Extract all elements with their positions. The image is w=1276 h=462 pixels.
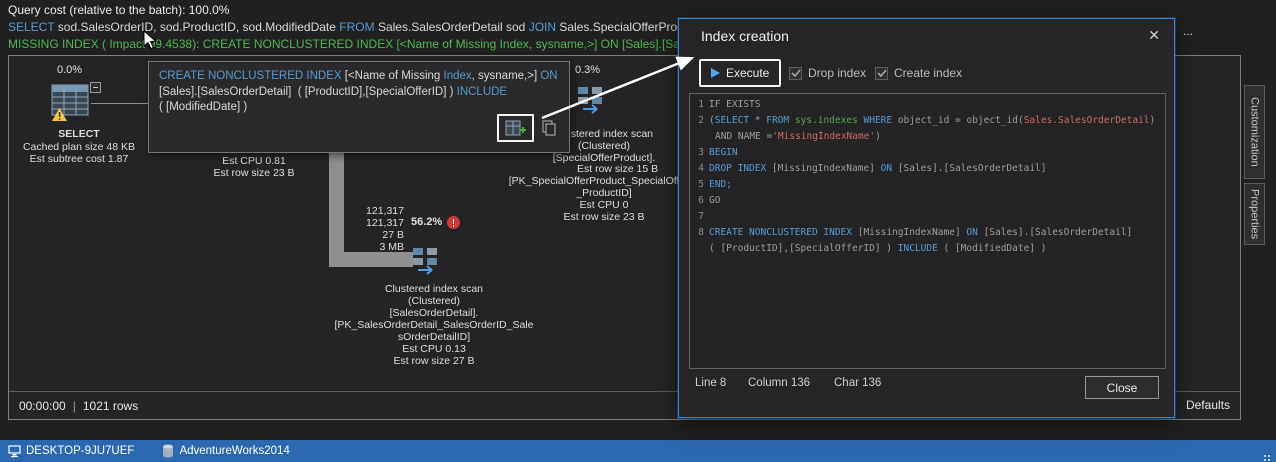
app-window: Query cost (relative to the batch): 100.… xyxy=(0,0,1276,462)
missing-index-text: MISSING INDEX ( Impact 99.4538): CREATE … xyxy=(8,37,722,51)
editor-line: 8CREATE NONCLUSTERED INDEX [MissingIndex… xyxy=(694,225,1165,241)
elapsed-time: 00:00:00 xyxy=(19,399,66,413)
text-line: [SalesOrderDetail]. xyxy=(324,307,544,319)
text-line: 27 B xyxy=(334,229,404,241)
text-line: 121,317 xyxy=(334,205,404,217)
database-status-item[interactable]: AdventureWorks2014 xyxy=(162,444,289,458)
scan-top-icon[interactable] xyxy=(575,84,605,116)
database-name: AdventureWorks2014 xyxy=(179,445,289,457)
text-line: Clustered index scan xyxy=(324,283,544,295)
checkbox-checked-icon xyxy=(789,67,802,80)
text-line: [PK_SalesOrderDetail_SalesOrderID_Sale xyxy=(324,319,544,331)
scan-bottom-percent: 56.2% xyxy=(411,216,442,228)
scan-bottom-row-stats: 121,317121,31727 B3 MB xyxy=(334,205,404,253)
server-name: DESKTOP-9JU7UEF xyxy=(26,445,134,457)
status-char: Char 136 xyxy=(834,377,881,389)
text-line: 3 MB xyxy=(334,241,404,253)
server-status-item[interactable]: DESKTOP-9JU7UEF xyxy=(8,445,134,458)
tooltip-line-1: CREATE NONCLUSTERED INDEX [<Name of Miss… xyxy=(159,69,559,85)
computer-icon xyxy=(8,445,21,458)
checkbox-checked-icon xyxy=(875,67,888,80)
status-taskbar: DESKTOP-9JU7UEF AdventureWorks2014 xyxy=(0,440,1276,462)
scan-bottom-caption: Clustered index scan(Clustered)[SalesOrd… xyxy=(324,283,544,367)
editor-line: 3BEGIN xyxy=(694,145,1165,161)
text-line: Est CPU 0.81 xyxy=(194,155,314,167)
editor-line: 2(SELECT * FROM sys.indexes WHERE object… xyxy=(694,113,1165,129)
create-index-icon xyxy=(505,119,527,137)
execute-button-label: Execute xyxy=(726,66,769,80)
tooltip-line-2: [Sales].[SalesOrderDetail] ( [ProductID]… xyxy=(159,85,559,101)
create-index-label: Create index xyxy=(894,66,962,80)
select-node-percent: 0.0% xyxy=(57,64,82,76)
sql-overflow-text: ... xyxy=(1183,24,1193,38)
editor-line: 7 xyxy=(694,209,1165,225)
editor-line: 5END; xyxy=(694,177,1165,193)
text-line: 121,317 xyxy=(334,217,404,229)
select-node-stat-subtree-cost: Est subtree cost 1.87 xyxy=(14,153,144,165)
play-icon xyxy=(711,68,720,78)
text-line: Est row size 27 B xyxy=(324,355,544,367)
text-line: Est row size 23 B xyxy=(194,167,314,179)
tab-customization[interactable]: Customization xyxy=(1244,85,1265,179)
hidden-node-stats: Est CPU 0.81Est row size 23 B xyxy=(194,155,314,179)
footer-separator: | xyxy=(73,399,76,413)
copy-script-button[interactable] xyxy=(541,119,557,137)
database-icon xyxy=(162,444,174,458)
scan-top-percent: 0.3% xyxy=(575,64,600,76)
text-line: sOrderDetailID] xyxy=(324,331,544,343)
sql-script-editor[interactable]: 1IF EXISTS2(SELECT * FROM sys.indexes WH… xyxy=(689,93,1166,369)
warning-triangle-icon xyxy=(52,108,67,121)
text-line: Est CPU 0.13 xyxy=(324,343,544,355)
select-node-stat-cached-plan: Cached plan size 48 KB xyxy=(14,141,144,153)
dialog-title: Index creation xyxy=(701,28,789,44)
index-creation-dialog: Index creation ✕ Execute Drop index Crea… xyxy=(678,18,1175,418)
editor-line: 4DROP INDEX [MissingIndexName] ON [Sales… xyxy=(694,161,1165,177)
drop-index-checkbox[interactable]: Drop index xyxy=(789,66,866,80)
editor-line: AND NAME ='MissingIndexName') xyxy=(694,129,1165,145)
scan-bottom-icon[interactable] xyxy=(410,245,440,277)
create-index-button[interactable] xyxy=(497,114,534,142)
query-cost-text: Query cost (relative to the batch): 100.… xyxy=(8,3,229,17)
editor-lines: 1IF EXISTS2(SELECT * FROM sys.indexes WH… xyxy=(694,97,1165,257)
text-line: (Clustered) xyxy=(324,295,544,307)
plan-edge-thick-horizontal xyxy=(329,252,413,267)
collapse-minus-icon[interactable] xyxy=(90,82,101,93)
editor-line: 6GO xyxy=(694,193,1165,209)
status-column: Column 136 xyxy=(748,377,810,389)
status-line: Line 8 xyxy=(695,377,726,389)
close-icon[interactable]: ✕ xyxy=(1148,27,1160,44)
defaults-button[interactable]: Defaults xyxy=(1186,398,1230,412)
row-count: 1021 rows xyxy=(83,399,138,413)
missing-index-tooltip: CREATE NONCLUSTERED INDEX [<Name of Miss… xyxy=(148,61,570,153)
select-node-label: SELECT xyxy=(14,128,144,140)
warning-circle-icon xyxy=(447,216,460,229)
sql-statement-text: SELECT sod.SalesOrderID, sod.ProductID, … xyxy=(8,20,700,34)
close-button[interactable]: Close xyxy=(1085,376,1159,399)
create-index-checkbox[interactable]: Create index xyxy=(875,66,962,80)
execute-button[interactable]: Execute xyxy=(699,59,781,87)
tab-properties[interactable]: Properties xyxy=(1244,183,1265,245)
plan-edge-thin xyxy=(91,103,153,104)
drop-index-label: Drop index xyxy=(808,66,866,80)
mid-node-row-size: Est row size 15 B xyxy=(577,163,687,175)
copy-icon xyxy=(541,119,557,137)
editor-line: 1IF EXISTS xyxy=(694,97,1165,113)
editor-line: ( [ProductID],[SpecialOfferID] ) INCLUDE… xyxy=(694,241,1165,257)
resize-grip[interactable] xyxy=(1268,455,1270,457)
